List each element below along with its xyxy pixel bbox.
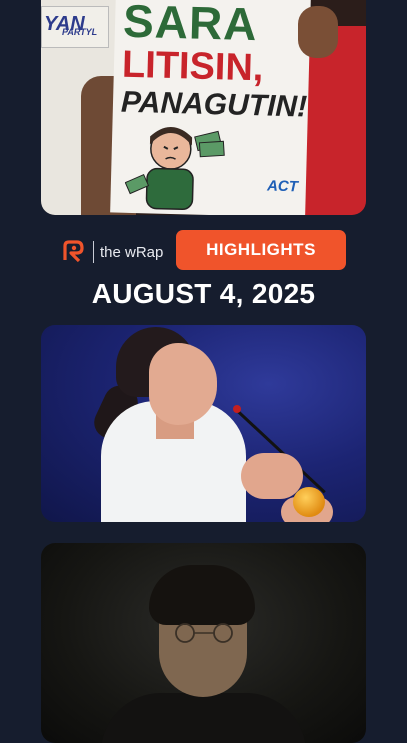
microphone-light bbox=[233, 405, 241, 413]
video-thumbnail-protest[interactable]: YAN PARTYL SARA LITISIN, PANAGUTIN! ACT bbox=[41, 0, 366, 215]
the-wrap-label: the wRap bbox=[100, 243, 164, 261]
rappler-branding: the wRap bbox=[61, 238, 163, 266]
video-thumbnail-portrait[interactable] bbox=[41, 543, 366, 743]
speaker-hand bbox=[241, 453, 303, 499]
placard-line-3: PANAGUTIN! bbox=[120, 85, 308, 124]
video-thumbnail-speaker[interactable] bbox=[41, 325, 366, 522]
placard-line-2: LITISIN, bbox=[121, 43, 264, 90]
act-logo: ACT bbox=[266, 177, 299, 196]
highlights-badge: HIGHLIGHTS bbox=[176, 230, 346, 270]
rappler-logo-icon bbox=[63, 240, 84, 263]
small-protest-sign: YAN PARTYL bbox=[41, 6, 109, 48]
man-hair bbox=[149, 565, 255, 625]
protester-hand bbox=[298, 6, 338, 58]
protest-placard: SARA LITISIN, PANAGUTIN! ACT bbox=[110, 0, 311, 215]
man-dark-jacket bbox=[101, 693, 306, 743]
divider bbox=[93, 241, 94, 263]
glasses-icon bbox=[175, 623, 233, 643]
orange-fruit bbox=[293, 487, 325, 517]
date-heading: AUGUST 4, 2025 bbox=[91, 278, 316, 309]
caricature-illustration bbox=[124, 126, 225, 211]
small-sign-subtext: PARTYL bbox=[62, 27, 98, 37]
